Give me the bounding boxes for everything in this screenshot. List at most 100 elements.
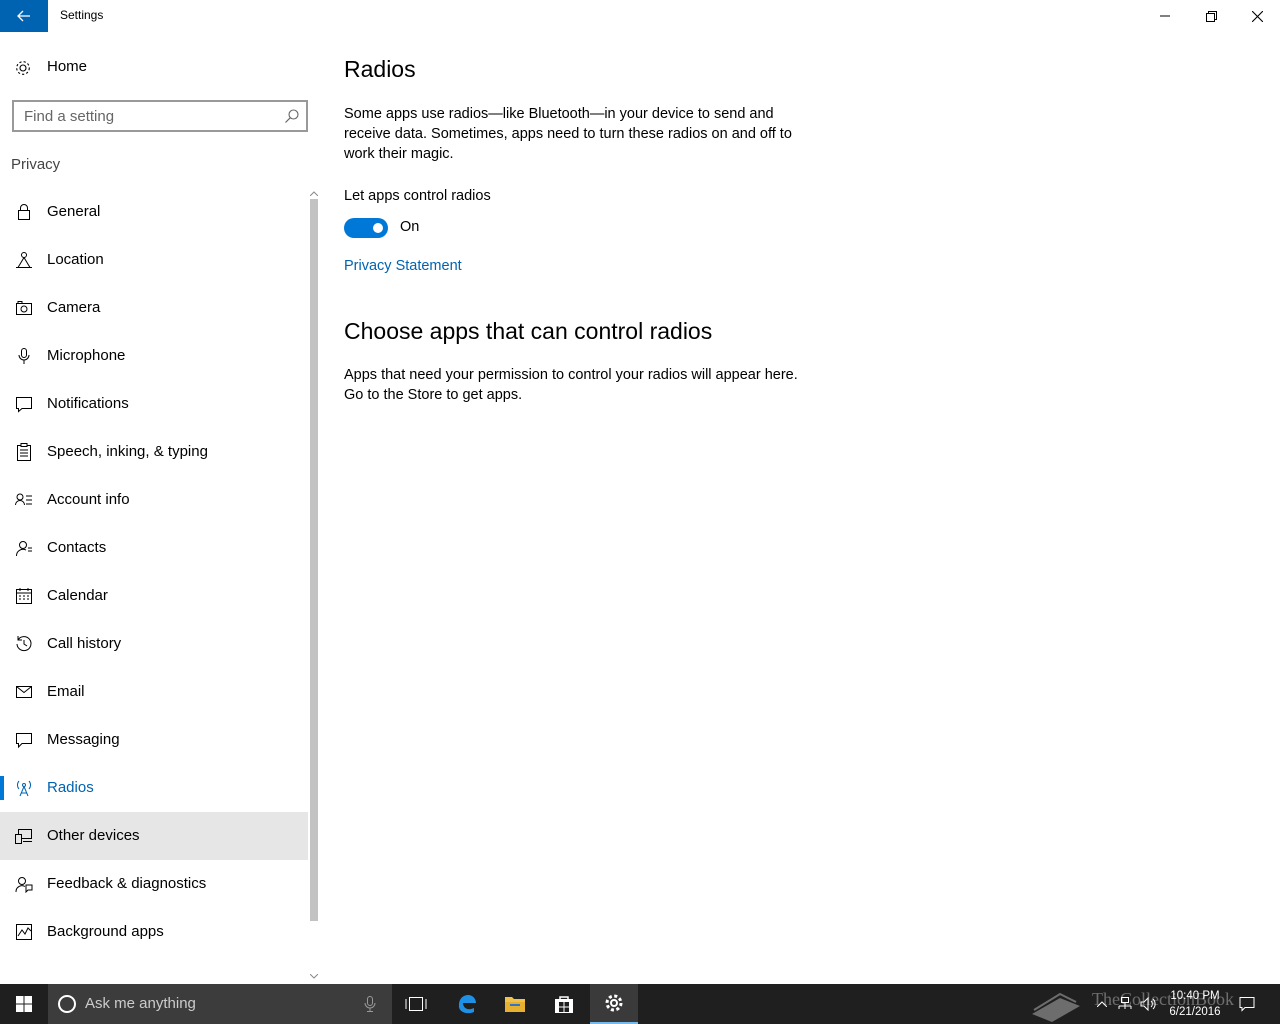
sidebar-item-account-info[interactable]: Account info bbox=[0, 476, 308, 524]
cortana-search-box[interactable]: Ask me anything bbox=[48, 984, 392, 1024]
history-icon bbox=[16, 636, 32, 652]
sidebar-item-label: Calendar bbox=[47, 587, 108, 604]
sidebar-item-other-devices[interactable]: Other devices bbox=[0, 812, 308, 860]
sidebar-item-email[interactable]: Email bbox=[0, 668, 308, 716]
privacy-nav: General Location Camera Microphone Notif… bbox=[0, 188, 308, 956]
sidebar-item-microphone[interactable]: Microphone bbox=[0, 332, 308, 380]
restore-icon bbox=[1205, 10, 1217, 22]
sidebar-item-feedback[interactable]: Feedback & diagnostics bbox=[0, 860, 308, 908]
store-button[interactable] bbox=[540, 984, 588, 1024]
sidebar-item-label: Other devices bbox=[47, 827, 140, 844]
sidebar-item-speech[interactable]: Speech, inking, & typing bbox=[0, 428, 308, 476]
sidebar-item-camera[interactable]: Camera bbox=[0, 284, 308, 332]
sidebar-item-contacts[interactable]: Contacts bbox=[0, 524, 308, 572]
cortana-placeholder: Ask me anything bbox=[85, 995, 196, 1012]
search-icon[interactable] bbox=[284, 108, 300, 124]
other-devices-icon bbox=[15, 829, 32, 844]
home-label: Home bbox=[47, 58, 88, 75]
sidebar-item-label: Account info bbox=[47, 491, 130, 508]
account-info-icon bbox=[15, 493, 32, 506]
title-bar: Settings bbox=[0, 0, 1280, 32]
folder-icon bbox=[505, 997, 525, 1012]
selection-indicator bbox=[0, 776, 4, 800]
sidebar-item-call-history[interactable]: Call history bbox=[0, 620, 308, 668]
radio-tower-icon bbox=[17, 780, 31, 797]
sidebar-item-label: Feedback & diagnostics bbox=[47, 875, 207, 892]
cortana-icon bbox=[58, 995, 76, 1013]
watermark: TheCollectionBook bbox=[1030, 984, 1260, 1024]
page-title: Radios bbox=[344, 56, 416, 82]
sidebar: Home Privacy General Location Camera Mic… bbox=[0, 32, 320, 984]
window-title: Settings bbox=[60, 8, 104, 22]
restore-button[interactable] bbox=[1188, 0, 1234, 32]
sidebar-item-label: Contacts bbox=[47, 539, 107, 556]
home-link[interactable]: Home bbox=[0, 46, 308, 90]
microphone-icon[interactable] bbox=[364, 996, 376, 1012]
file-explorer-button[interactable] bbox=[491, 984, 539, 1024]
scroll-up-arrow-icon[interactable] bbox=[308, 187, 320, 199]
clipboard-icon bbox=[17, 443, 31, 461]
sidebar-item-label: Messaging bbox=[47, 731, 120, 748]
close-button[interactable] bbox=[1234, 0, 1280, 32]
contacts-icon bbox=[15, 541, 32, 557]
edge-button[interactable] bbox=[443, 984, 491, 1024]
sidebar-item-label: Notifications bbox=[47, 395, 129, 412]
choose-apps-heading: Choose apps that can control radios bbox=[344, 318, 713, 344]
lock-icon bbox=[18, 204, 30, 220]
sidebar-item-messaging[interactable]: Messaging bbox=[0, 716, 308, 764]
scroll-down-arrow-icon[interactable] bbox=[308, 970, 320, 982]
radios-toggle-switch[interactable] bbox=[344, 218, 388, 238]
gear-icon bbox=[16, 61, 30, 75]
back-button[interactable] bbox=[0, 0, 48, 32]
sidebar-scrollbar[interactable] bbox=[308, 187, 320, 984]
store-bag-icon bbox=[555, 996, 573, 1013]
sidebar-item-general[interactable]: General bbox=[0, 188, 308, 236]
sidebar-item-label: Email bbox=[47, 683, 85, 700]
messaging-icon bbox=[16, 733, 32, 749]
sidebar-item-calendar[interactable]: Calendar bbox=[0, 572, 308, 620]
sidebar-item-location[interactable]: Location bbox=[0, 236, 308, 284]
search-input[interactable] bbox=[14, 102, 274, 130]
close-icon bbox=[1251, 10, 1263, 22]
sidebar-item-radios[interactable]: Radios bbox=[0, 764, 308, 812]
sidebar-item-label: Call history bbox=[47, 635, 122, 652]
notifications-icon bbox=[16, 397, 32, 413]
settings-search-box[interactable] bbox=[12, 100, 308, 132]
toggle-knob bbox=[373, 223, 383, 233]
book-logo-icon bbox=[1032, 992, 1080, 1022]
toggle-label: Let apps control radios bbox=[344, 188, 491, 204]
sidebar-item-notifications[interactable]: Notifications bbox=[0, 380, 308, 428]
windows-logo-icon bbox=[16, 996, 32, 1012]
toggle-state-text: On bbox=[400, 219, 420, 235]
privacy-statement-link[interactable]: Privacy Statement bbox=[344, 258, 462, 274]
edge-browser-icon bbox=[458, 995, 476, 1014]
location-icon bbox=[16, 252, 32, 268]
camera-icon bbox=[16, 301, 32, 315]
task-view-button[interactable] bbox=[392, 984, 440, 1024]
calendar-icon bbox=[16, 588, 32, 604]
sidebar-item-label: Radios bbox=[47, 779, 94, 796]
email-icon bbox=[16, 686, 32, 698]
sidebar-item-label: Speech, inking, & typing bbox=[47, 443, 208, 460]
sidebar-item-label: General bbox=[47, 203, 101, 220]
minimize-icon bbox=[1160, 15, 1170, 17]
scroll-thumb[interactable] bbox=[310, 199, 318, 921]
sidebar-item-label: Location bbox=[47, 251, 104, 268]
gear-icon bbox=[605, 994, 623, 1012]
minimize-button[interactable] bbox=[1142, 0, 1188, 32]
start-button[interactable] bbox=[0, 984, 48, 1024]
sidebar-item-label: Background apps bbox=[47, 923, 164, 940]
sidebar-item-label: Microphone bbox=[47, 347, 126, 364]
section-label: Privacy bbox=[11, 156, 61, 173]
choose-apps-description: Apps that need your permission to contro… bbox=[344, 367, 798, 403]
sidebar-item-background-apps[interactable]: Background apps bbox=[0, 908, 308, 956]
task-view-icon bbox=[405, 997, 427, 1011]
watermark-text: TheCollectionBook bbox=[1092, 989, 1234, 1009]
settings-taskbar-button[interactable] bbox=[590, 984, 638, 1024]
microphone-icon bbox=[18, 348, 30, 364]
sidebar-item-label: Camera bbox=[47, 299, 101, 316]
back-arrow-icon bbox=[17, 10, 30, 22]
feedback-icon bbox=[15, 877, 33, 893]
background-apps-icon bbox=[16, 924, 32, 940]
radios-description: Some apps use radios—like Bluetooth—in y… bbox=[344, 106, 792, 162]
